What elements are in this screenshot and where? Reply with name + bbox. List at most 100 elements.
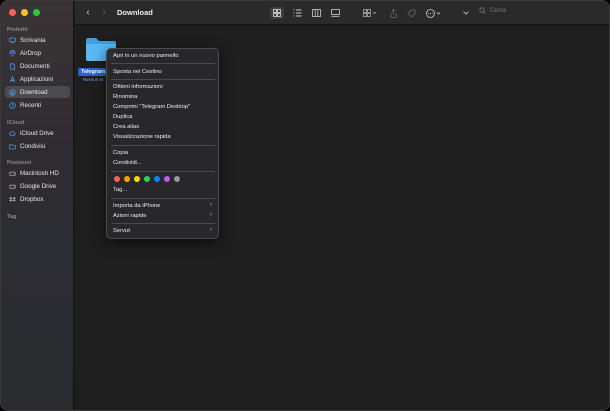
sidebar-item-label: Recenti [20,101,41,109]
back-button[interactable]: ‹ [83,7,93,19]
share-icon [390,8,396,18]
list-icon [293,9,301,17]
action-menu-button[interactable] [424,7,444,19]
sidebar-section-locations: Posizioni [7,160,32,166]
sidebar-item-label: Dropbox [20,195,44,203]
dropbox-icon [9,196,16,203]
tag-color-dot[interactable] [164,176,170,182]
menu-item-open-new-tab[interactable]: Apri in un nuovo pannello [113,53,178,59]
menu-item-make-alias[interactable]: Crea alias [113,124,139,130]
cloud-icon [9,130,16,137]
menu-item-quick-actions[interactable]: Azioni rapide [113,213,147,219]
context-menu: Apri in un nuovo pannello Sposta nel Ces… [106,48,219,239]
chevron-down-icon [463,11,469,15]
chevron-left-icon: ‹ [86,7,90,18]
menu-item-move-to-trash[interactable]: Sposta nel Cestino [113,69,162,75]
menu-item-tags[interactable]: Tag... [113,187,127,193]
chevron-right-icon: › [210,212,212,218]
tag-color-dot[interactable] [154,176,160,182]
sidebar-item-label: Documenti [20,62,50,70]
gallery-icon [330,9,340,17]
chevron-right-icon: › [210,202,212,208]
sidebar-item-recenti[interactable]: Recenti [5,99,70,111]
sidebar-item-label: Download [20,88,48,96]
search-icon [479,7,486,14]
minimize-window-button[interactable] [21,9,28,16]
sidebar-item-airdrop[interactable]: AirDrop [5,47,70,59]
column-view-button[interactable] [309,7,323,19]
sidebar-item-label: iCloud Drive [20,129,54,137]
ellipsis-circle-icon [426,8,441,18]
sidebar-section-icloud: iCloud [7,120,25,126]
airdrop-icon [9,49,16,57]
chevron-right-icon: › [102,7,106,18]
sidebar-item-google-drive[interactable]: Google Drive [5,180,70,192]
sidebar-item-applicazioni[interactable]: Applicazioni [5,73,70,85]
tag-color-row [114,176,180,182]
menu-separator [111,63,215,64]
sidebar-item-condivisi[interactable]: Condivisi [5,140,70,152]
tag-color-dot[interactable] [144,176,150,182]
menu-separator [111,145,215,146]
menu-item-share[interactable]: Condividi... [113,160,142,166]
tag-color-dot[interactable] [124,176,130,182]
window-controls [9,9,40,16]
applications-icon [9,76,16,83]
grid-icon [273,9,281,17]
columns-icon [311,9,321,17]
toolbar-overflow-button[interactable] [461,7,471,19]
search-placeholder: Cerca [490,7,507,14]
zoom-window-button[interactable] [33,9,40,16]
menu-item-quick-look[interactable]: Visualizzazione rapida [113,134,171,140]
desktop-icon [9,37,16,44]
menu-separator [111,171,215,172]
tag-color-dot[interactable] [134,176,140,182]
sidebar-item-documenti[interactable]: Documenti [5,60,70,72]
menu-item-services[interactable]: Servizi [113,228,130,234]
group-grid-icon [363,9,377,17]
sidebar-item-scrivania[interactable]: Scrivania [5,34,70,46]
download-icon [9,88,16,96]
menu-separator [111,198,215,199]
sidebar-item-download[interactable]: Download [5,86,70,98]
tag-color-dot[interactable] [174,176,180,182]
sidebar-item-label: Macintosh HD [20,169,59,177]
shared-folder-icon [9,143,16,150]
sidebar-section-favorites: Preferiti [7,27,28,33]
close-window-button[interactable] [9,9,16,16]
finder-window: Preferiti Scrivania AirDrop Documenti Ap… [0,0,610,411]
disk-icon [9,170,16,177]
tag-color-dot[interactable] [114,176,120,182]
menu-separator [111,223,215,224]
sidebar-item-macintosh-hd[interactable]: Macintosh HD [5,167,70,179]
sidebar-item-label: AirDrop [20,49,41,57]
group-button[interactable] [361,7,379,19]
toolbar: ‹ › Download Cerca [75,1,609,25]
menu-item-get-info[interactable]: Ottieni informazioni [113,84,163,90]
window-title: Download [117,8,153,17]
clock-icon [9,101,16,109]
sidebar-item-dropbox[interactable]: Dropbox [5,193,70,205]
forward-button[interactable]: › [99,7,109,19]
menu-item-compress[interactable]: Comprimi “Telegram Desktop” [113,104,190,110]
chevron-right-icon: › [210,227,212,233]
share-button[interactable] [387,7,399,19]
menu-item-rename[interactable]: Rinomina [113,94,138,100]
sidebar-item-icloud-drive[interactable]: iCloud Drive [5,127,70,139]
menu-separator [111,79,215,80]
list-view-button[interactable] [290,7,304,19]
sidebar-item-label: Google Drive [20,182,57,190]
search-field[interactable]: Cerca [479,7,506,14]
sidebar: Preferiti Scrivania AirDrop Documenti Ap… [1,1,74,410]
sidebar-item-label: Applicazioni [20,75,54,83]
folder-name: Telegram [78,68,108,76]
menu-item-copy[interactable]: Copia [113,150,128,156]
folder-subtitle: Nessun el... [83,77,107,82]
menu-item-duplicate[interactable]: Duplica [113,114,132,120]
icon-view-button[interactable] [270,7,284,19]
sidebar-item-label: Condivisi [20,142,46,150]
tag-button[interactable] [405,7,417,19]
gallery-view-button[interactable] [328,7,342,19]
sidebar-item-label: Scrivania [20,36,46,44]
menu-item-import-iphone[interactable]: Importa da iPhone [113,203,160,209]
